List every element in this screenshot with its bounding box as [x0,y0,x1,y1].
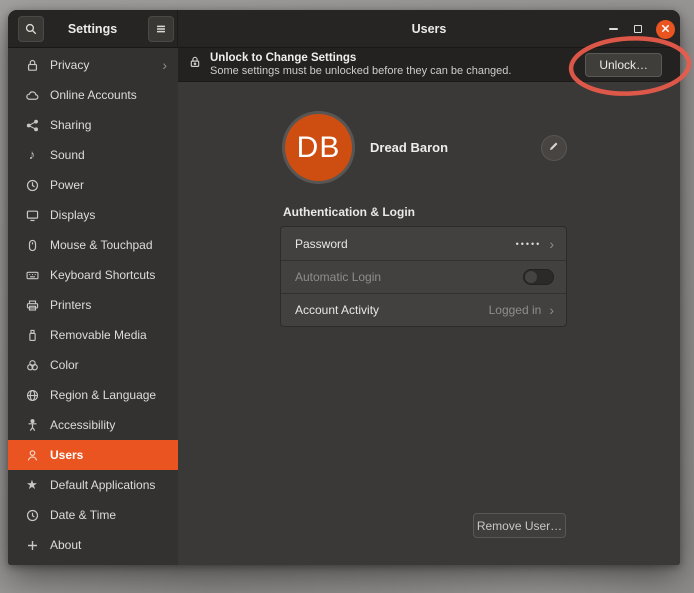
sidebar-item-about[interactable]: About [8,530,178,560]
settings-window: Settings Users [8,10,680,565]
users-icon [24,447,40,463]
unlock-banner: Unlock to Change Settings Some settings … [178,48,680,82]
toggle-knob [525,271,537,283]
sidebar-headerbar: Settings [8,10,178,48]
sidebar-item-label: Privacy [50,58,89,72]
sidebar-item-label: Displays [50,208,95,222]
sidebar-item-label: Default Applications [50,478,155,492]
sidebar-item-label: Power [50,178,84,192]
sidebar-item-privacy[interactable]: Privacy › [8,50,178,80]
sidebar-item-region-language[interactable]: Region & Language [8,380,178,410]
sidebar-item-date-time[interactable]: Date & Time [8,500,178,530]
menu-button[interactable] [148,16,174,42]
sidebar-item-keyboard-shortcuts[interactable]: Keyboard Shortcuts [8,260,178,290]
lock-icon [24,57,40,73]
power-icon [24,177,40,193]
chevron-right-icon: › [549,237,554,251]
accessibility-icon [24,417,40,433]
chevron-right-icon: › [162,58,167,72]
avatar[interactable]: DB [285,114,352,181]
cloud-icon [24,87,40,103]
share-icon [24,117,40,133]
users-panel: Unlock to Change Settings Some settings … [178,48,680,565]
sidebar-item-label: Date & Time [50,508,116,522]
sidebar-item-sharing[interactable]: Sharing [8,110,178,140]
account-activity-row[interactable]: Account Activity Logged in › [281,293,566,326]
auth-section-title: Authentication & Login [283,205,415,219]
password-dots: ••••• [516,239,542,249]
password-label: Password [295,237,348,251]
automatic-login-row: Automatic Login [281,260,566,293]
pencil-icon [548,139,560,157]
sidebar-item-online-accounts[interactable]: Online Accounts [8,80,178,110]
account-activity-value: Logged in [489,303,542,317]
sidebar-item-label: Removable Media [50,328,147,342]
settings-sidebar: Privacy › Online Accounts Sharing ♪ Soun… [8,48,178,565]
minimize-button[interactable] [603,10,623,48]
lock-icon [188,55,202,74]
sidebar-item-displays[interactable]: Displays [8,200,178,230]
desktop: Settings Users [0,0,694,593]
mouse-icon [24,237,40,253]
edit-name-button[interactable] [541,135,567,161]
content-headerbar: Users [178,10,680,48]
banner-subtitle: Some settings must be unlocked before th… [210,65,511,78]
avatar-initials: DB [297,131,341,165]
maximize-icon [634,25,642,33]
sidebar-item-label: Accessibility [50,418,115,432]
sidebar-item-mouse-touchpad[interactable]: Mouse & Touchpad [8,230,178,260]
sidebar-item-label: About [50,538,81,552]
sidebar-item-printers[interactable]: Printers [8,290,178,320]
flash-drive-icon [24,327,40,343]
sidebar-item-removable-media[interactable]: Removable Media [8,320,178,350]
sidebar-item-label: Keyboard Shortcuts [50,268,155,282]
account-activity-label: Account Activity [295,303,379,317]
password-row[interactable]: Password ••••• › [281,227,566,260]
sidebar-item-label: Color [50,358,79,372]
keyboard-icon [24,267,40,283]
music-note-icon: ♪ [24,147,40,163]
sidebar-item-power[interactable]: Power [8,170,178,200]
printer-icon [24,297,40,313]
sidebar-item-sound[interactable]: ♪ Sound [8,140,178,170]
chevron-right-icon: › [549,303,554,317]
sidebar-item-accessibility[interactable]: Accessibility [8,410,178,440]
close-button[interactable] [656,20,675,39]
search-button[interactable] [18,16,44,42]
display-icon [24,207,40,223]
unlock-button[interactable]: Unlock… [585,53,662,77]
banner-title: Unlock to Change Settings [210,52,511,65]
automatic-login-label: Automatic Login [295,270,381,284]
auth-card: Password ••••• › Automatic Login Account… [280,226,567,327]
clock-icon [24,507,40,523]
minimize-icon [609,28,618,30]
remove-user-button[interactable]: Remove User… [473,513,566,538]
sidebar-item-users[interactable]: Users [8,440,178,470]
sidebar-item-label: Sound [50,148,85,162]
plus-icon [24,537,40,553]
sidebar-item-default-applications[interactable]: ★ Default Applications [8,470,178,500]
search-icon [24,22,38,36]
close-icon [660,21,671,39]
sidebar-item-label: Users [50,448,83,462]
color-circles-icon [24,357,40,373]
maximize-button[interactable] [628,10,648,48]
sidebar-item-label: Mouse & Touchpad [50,238,153,252]
sidebar-item-label: Online Accounts [50,88,137,102]
hamburger-icon [154,22,168,36]
user-name: Dread Baron [370,140,448,155]
banner-text: Unlock to Change Settings Some settings … [210,52,511,78]
sidebar-item-label: Printers [50,298,91,312]
sidebar-item-color[interactable]: Color [8,350,178,380]
sidebar-item-label: Sharing [50,118,91,132]
globe-icon [24,387,40,403]
sidebar-item-label: Region & Language [50,388,156,402]
star-icon: ★ [24,477,40,493]
automatic-login-toggle[interactable] [523,269,554,285]
